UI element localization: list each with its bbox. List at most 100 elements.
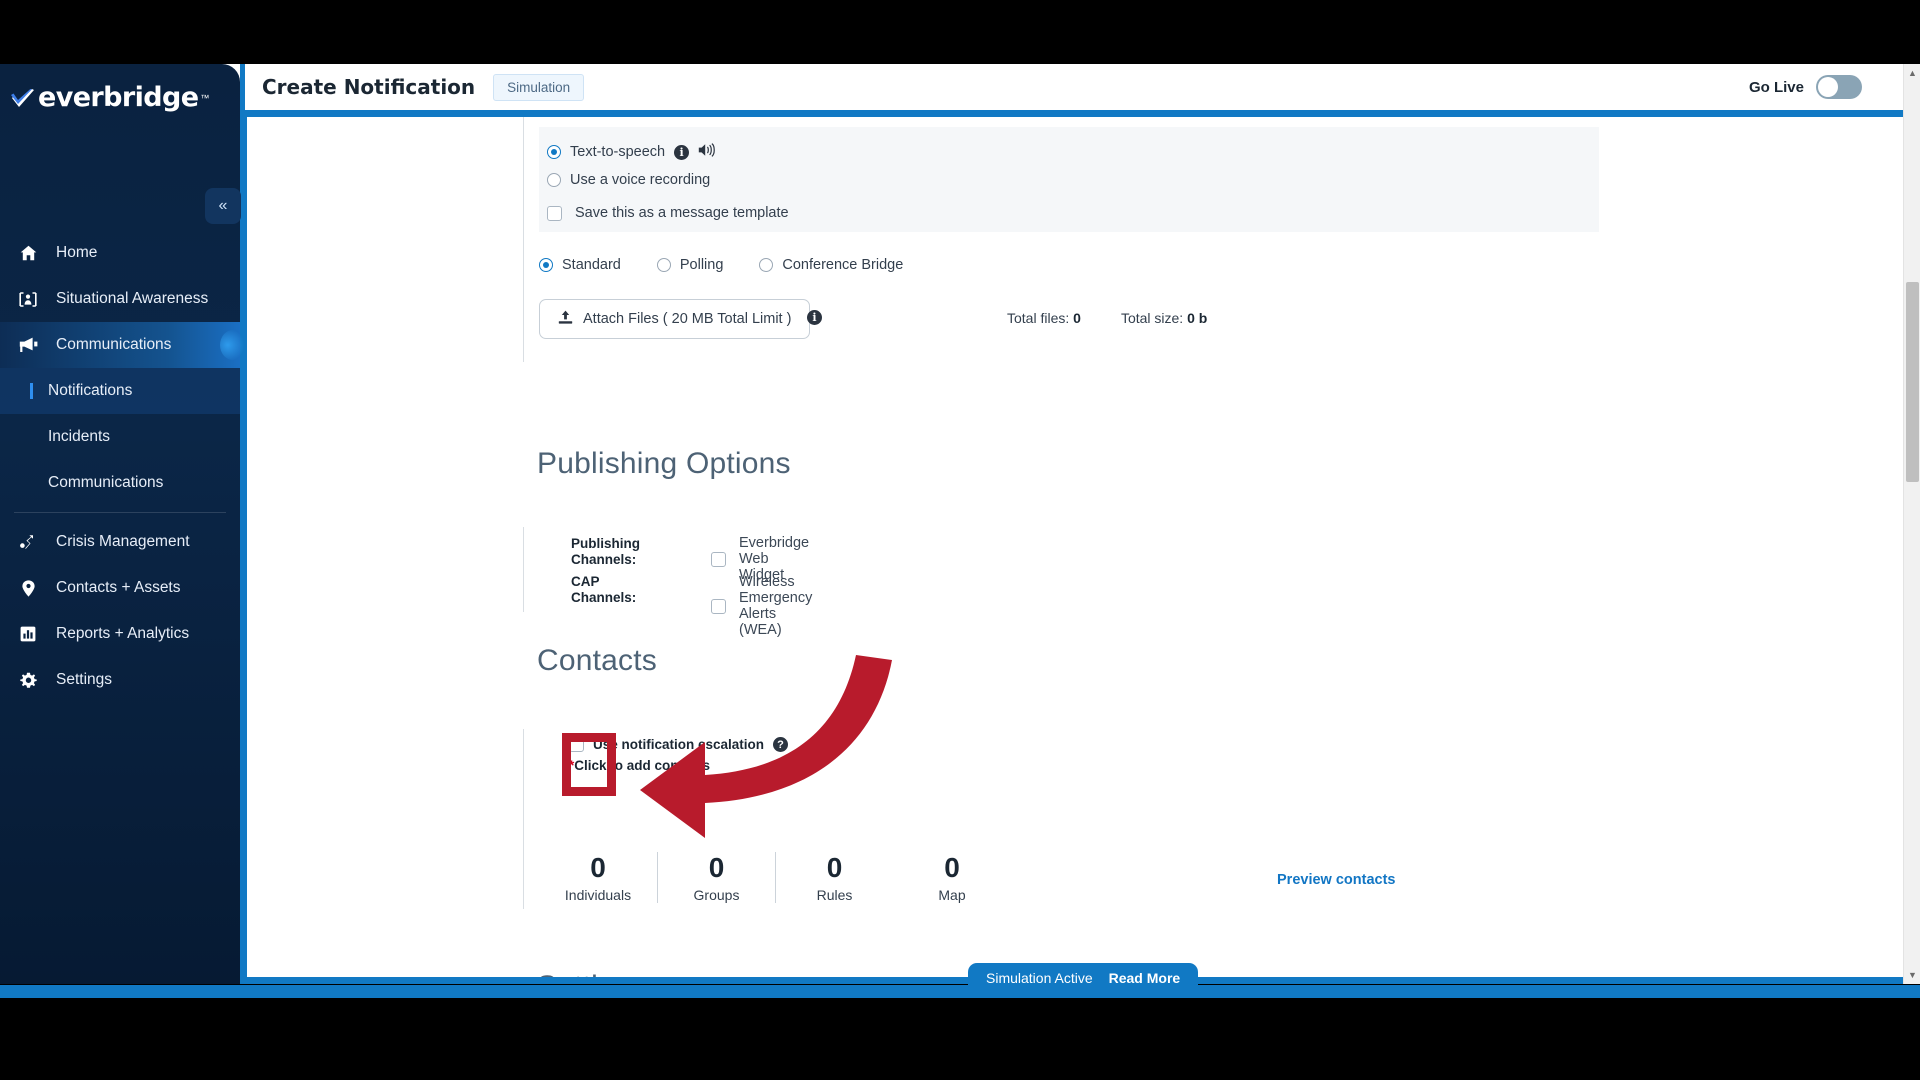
sidebar-item-contacts-assets[interactable]: Contacts + Assets: [0, 565, 240, 611]
scroll-up-arrow-icon[interactable]: ▲: [1908, 68, 1917, 78]
attach-files-button[interactable]: Attach Files ( 20 MB Total Limit ): [539, 299, 811, 339]
cap-channels-label: CAP Channels:: [571, 574, 637, 605]
home-icon: [18, 245, 38, 261]
sidebar-item-label: Settings: [56, 671, 113, 688]
sidebar-item-label: Crisis Management: [56, 533, 190, 550]
go-live-toggle[interactable]: [1816, 75, 1862, 99]
publishing-channels-label-line2: Channels:: [571, 551, 637, 567]
checkbox-everbridge-web-widget[interactable]: [711, 551, 726, 567]
individuals-highlight-box: [562, 733, 616, 796]
total-size: Total size: 0 b: [1121, 310, 1207, 326]
gear-icon: [18, 672, 38, 689]
stat-label: Rules: [816, 887, 853, 904]
stat-label: Groups: [693, 887, 740, 904]
stat-value: 0: [590, 852, 606, 883]
crisis-icon: [18, 534, 38, 550]
sidebar-item-settings[interactable]: Settings: [0, 657, 240, 703]
checkbox-save-template[interactable]: [547, 205, 562, 221]
sidebar-item-home[interactable]: Home: [0, 230, 240, 276]
radio-standard[interactable]: [539, 258, 553, 272]
publishing-options-heading: Publishing Options: [537, 447, 791, 480]
total-size-label: Total size:: [1120, 310, 1184, 326]
help-icon[interactable]: ?: [773, 737, 789, 752]
sidebar-subitem-communications[interactable]: Communications: [0, 460, 240, 506]
simulation-status-label: Simulation Active: [986, 970, 1093, 986]
preview-contacts-link[interactable]: Preview contacts: [1277, 872, 1395, 888]
attachment-totals: Total files: 0 Total size: 0 b: [1007, 310, 1207, 326]
sidebar-nav: Home Situational Awareness Communication…: [0, 230, 246, 703]
speaker-icon[interactable]: [698, 143, 715, 161]
section-rail-contacts: [523, 729, 524, 909]
attach-files-label: Attach Files ( 20 MB Total Limit ): [583, 311, 792, 327]
bar-chart-icon: [18, 626, 38, 642]
sidebar-item-reports-analytics[interactable]: Reports + Analytics: [0, 611, 240, 657]
simulation-banner: Simulation Active Read More: [968, 963, 1199, 993]
go-live-label: Go Live: [1748, 78, 1804, 96]
app-area: Create Notification Simulation Go Live T…: [240, 64, 1920, 984]
stat-label: Map: [938, 887, 966, 904]
sidebar-subitem-label: Incidents: [48, 428, 111, 445]
simulation-strip: [0, 985, 1920, 998]
attach-info-icon[interactable]: i: [807, 310, 822, 325]
sidebar-subitem-label: Communications: [48, 474, 164, 491]
pin-icon: [18, 579, 38, 597]
go-live-control[interactable]: Go Live: [1749, 75, 1862, 99]
save-template-label: Save this as a message template: [575, 205, 789, 221]
sidebar-item-label: Reports + Analytics: [56, 625, 190, 642]
sidebar-item-label: Contacts + Assets: [56, 579, 181, 596]
sidebar-subitem-incidents[interactable]: Incidents: [0, 414, 240, 460]
wireless-emergency-alerts-option[interactable]: Wireless Emergency Alerts (WEA): [711, 574, 812, 638]
stat-label: Individuals: [564, 887, 632, 904]
sidebar-item-label: Situational Awareness: [56, 290, 209, 307]
total-size-value: 0 b: [1187, 310, 1208, 326]
brand-tm: ™: [200, 92, 210, 103]
delivery-option-label: Polling: [679, 257, 724, 273]
sidebar-item-communications[interactable]: Communications: [0, 322, 246, 368]
stat-groups[interactable]: 0 Groups: [657, 852, 775, 904]
radio-conference-bridge[interactable]: [759, 258, 774, 272]
stat-map[interactable]: 0 Map: [893, 852, 1011, 903]
message-audio-panel: Text-to-speech i Use a voice recording S…: [539, 127, 1599, 232]
content-frame: Text-to-speech i Use a voice recording S…: [240, 110, 1920, 984]
chevron-double-left-icon: «: [218, 197, 228, 214]
sidebar-item-situational-awareness[interactable]: Situational Awareness: [0, 276, 240, 322]
sidebar-item-label: Home: [56, 244, 98, 261]
sidebar-subitem-notifications[interactable]: Notifications: [0, 368, 240, 414]
save-template-option[interactable]: Save this as a message template: [547, 205, 789, 221]
contacts-heading: Contacts: [537, 644, 657, 677]
stat-value: 0: [944, 852, 960, 883]
sidebar-item-crisis-management[interactable]: Crisis Management: [0, 519, 240, 565]
radio-text-to-speech[interactable]: [547, 145, 561, 159]
stat-rules[interactable]: 0 Rules: [775, 852, 893, 904]
stat-individuals[interactable]: 0 Individuals: [539, 852, 657, 903]
text-to-speech-option[interactable]: Text-to-speech i: [547, 143, 715, 161]
total-files-value: 0: [1073, 310, 1081, 326]
radio-voice-recording[interactable]: [547, 173, 561, 187]
vertical-scrollbar[interactable]: ▲ ▼: [1903, 64, 1920, 984]
delivery-option-standard[interactable]: Standard: [539, 257, 621, 273]
stat-value: 0: [708, 852, 725, 883]
megaphone-icon: [18, 337, 38, 353]
delivery-option-polling[interactable]: Polling: [656, 257, 724, 273]
simulation-read-more-link[interactable]: Read More: [1109, 970, 1181, 986]
section-rail-message: [523, 117, 524, 362]
delivery-type-group: Standard Polling Conference Bridge: [539, 257, 903, 273]
delivery-option-label: Conference Bridge: [782, 257, 904, 273]
voice-recording-option[interactable]: Use a voice recording: [547, 172, 710, 188]
radio-polling[interactable]: [656, 258, 671, 272]
checkbox-wireless-emergency-alerts[interactable]: [711, 598, 726, 614]
scroll-down-arrow-icon[interactable]: ▼: [1908, 970, 1917, 980]
info-icon[interactable]: i: [674, 144, 690, 160]
toggle-knob: [1818, 77, 1838, 97]
sidebar-item-label: Communications: [56, 336, 172, 353]
browser-viewport: everbridge ™ « Home Situational Awarenes…: [0, 64, 1920, 984]
everbridge-logo[interactable]: everbridge ™: [10, 82, 209, 113]
wireless-emergency-alerts-label: Wireless Emergency Alerts (WEA): [739, 574, 813, 638]
scrollbar-thumb[interactable]: [1906, 282, 1919, 482]
sidebar-collapse-button[interactable]: «: [205, 188, 241, 224]
simulation-chip: Simulation: [493, 73, 585, 101]
delivery-option-conference-bridge[interactable]: Conference Bridge: [759, 257, 903, 273]
everbridge-check-icon: [10, 87, 36, 111]
upload-icon: [558, 310, 573, 329]
stat-value: 0: [826, 852, 843, 883]
